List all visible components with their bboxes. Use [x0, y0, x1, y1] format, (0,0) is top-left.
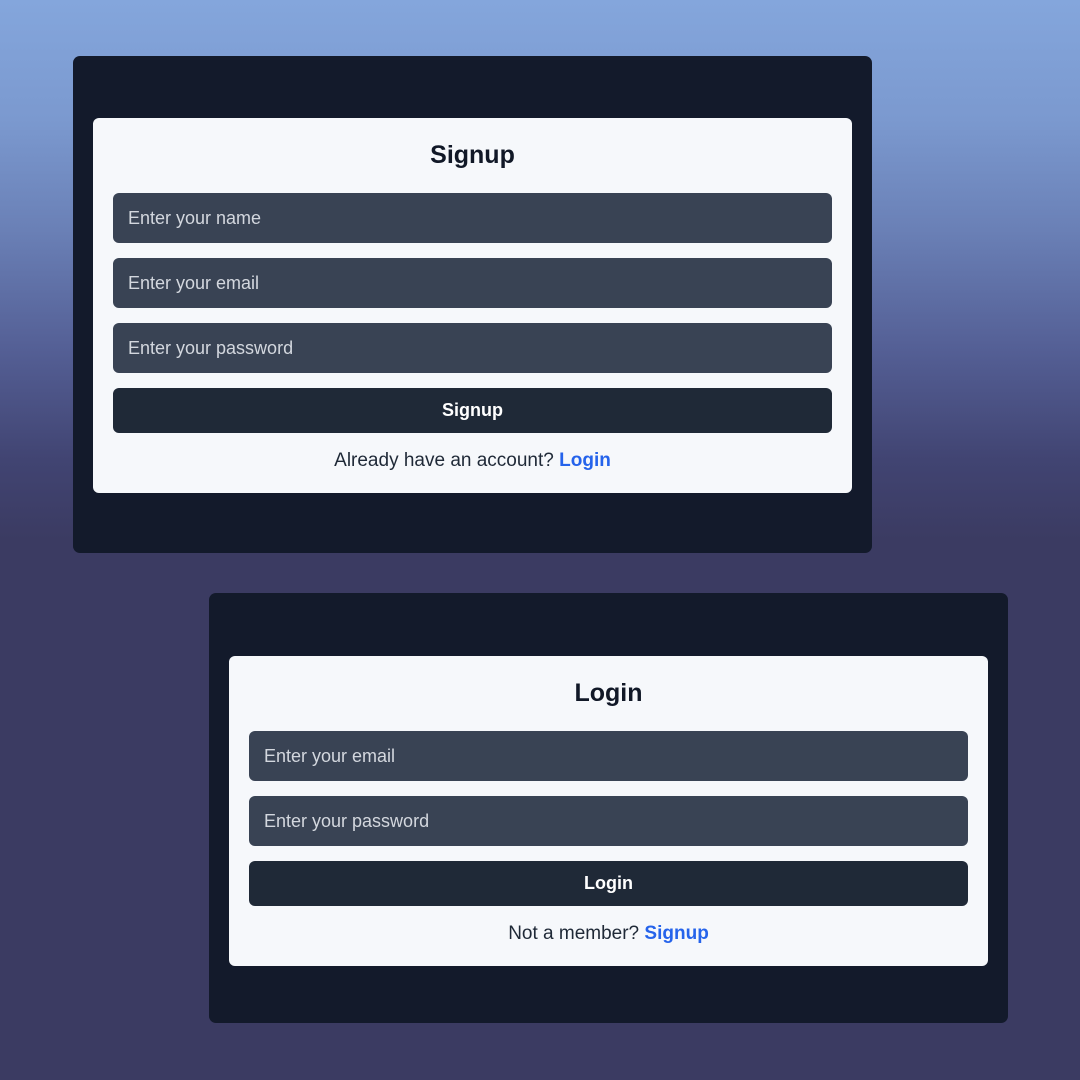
login-password-input[interactable] — [249, 796, 968, 846]
signup-panel: Signup Signup Already have an account? L… — [73, 56, 872, 553]
signup-switch-prompt: Already have an account? — [334, 450, 554, 471]
signup-button[interactable]: Signup — [113, 388, 832, 433]
signup-card: Signup Signup Already have an account? L… — [93, 118, 852, 493]
signup-title: Signup — [430, 141, 515, 169]
login-link[interactable]: Login — [559, 450, 611, 471]
signup-switch-row: Already have an account? Login — [113, 450, 832, 472]
signup-password-input[interactable] — [113, 323, 832, 373]
login-button[interactable]: Login — [249, 861, 968, 906]
signup-email-input[interactable] — [113, 258, 832, 308]
login-email-input[interactable] — [249, 731, 968, 781]
login-switch-row: Not a member? Signup — [249, 923, 968, 945]
login-switch-prompt: Not a member? — [508, 923, 640, 944]
login-panel: Login Login Not a member? Signup — [209, 593, 1008, 1023]
login-card: Login Login Not a member? Signup — [229, 656, 988, 966]
login-title: Login — [574, 679, 643, 707]
signup-link[interactable]: Signup — [644, 923, 708, 944]
signup-name-input[interactable] — [113, 193, 832, 243]
